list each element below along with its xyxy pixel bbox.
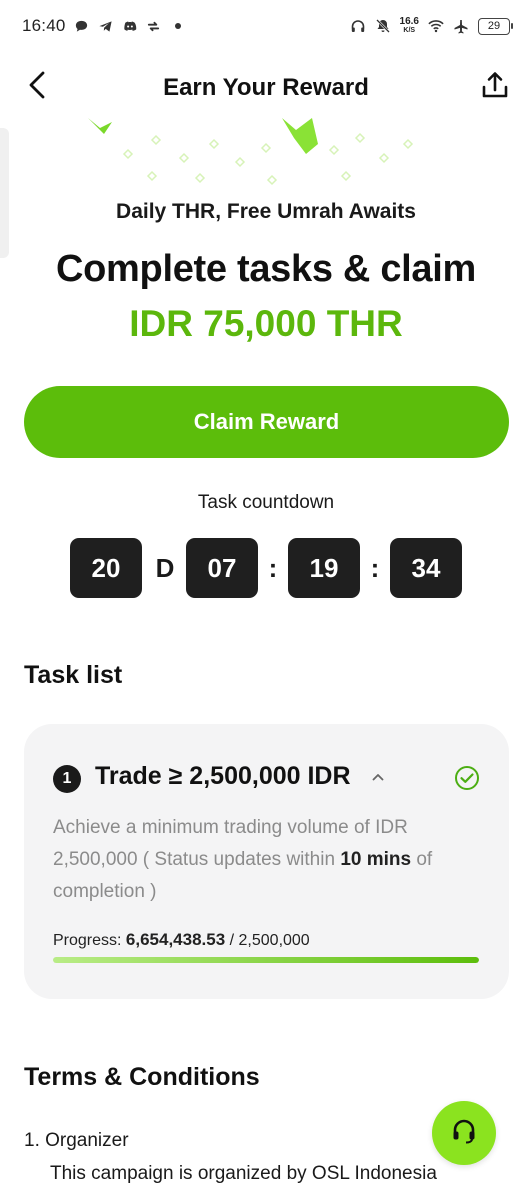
countdown-separator: : [370,552,380,583]
countdown-seconds: 34 [390,538,462,598]
hero-subtitle: Daily THR, Free Umrah Awaits [116,200,416,223]
hero-decoration [0,118,532,198]
reward-amount: IDR 75,000 THR [129,303,403,344]
headset-icon [350,18,366,34]
battery-indicator: 29 [478,17,513,35]
task-progress-fill [53,957,479,963]
telegram-icon [98,18,114,34]
headset-icon [449,1116,479,1151]
countdown-days-unit: D [155,552,175,583]
progress-label: Progress: [53,932,122,949]
claim-reward-button[interactable]: Claim Reward [24,386,509,458]
task-list-title: Task list [24,661,123,689]
countdown-minutes: 19 [288,538,360,598]
network-speed-value: 16.6 [399,16,419,27]
countdown-separator: : [268,552,278,583]
customer-support-button[interactable] [432,1101,496,1165]
hero-headline: Complete tasks & claim [55,248,476,290]
share-button[interactable] [478,70,512,104]
countdown-days: 20 [70,538,142,598]
task-progress-text: Progress: 6,654,438.53 / 2,500,000 [53,930,310,950]
terms-item-text: This campaign is organized by OSL Indone… [50,1163,437,1184]
task-progress-bar [53,957,479,963]
wifi-icon [428,18,444,34]
status-time: 16:40 [22,16,66,35]
dot-icon [170,18,186,34]
task-number-badge: 1 [53,765,81,793]
top-nav-bar: Earn Your Reward [0,56,532,120]
status-bar: 16:40 16.6 K/S 29 [0,0,532,52]
page-title: Earn Your Reward [163,74,369,101]
countdown-timer: 20 D 07 : 19 : 34 [0,538,532,598]
chat-bubble-icon [74,18,90,34]
task-title: Trade ≥ 2,500,000 IDR [95,762,351,790]
share-icon [480,70,510,105]
check-circle-icon [454,765,480,791]
progress-target: / 2,500,000 [225,932,310,949]
progress-current: 6,654,438.53 [125,930,226,949]
countdown-label: Task countdown [197,492,335,513]
task-description-highlight: 10 mins [340,849,412,870]
airplane-icon [453,18,469,34]
countdown-hours: 07 [186,538,258,598]
discord-icon [122,18,138,34]
task-description: Achieve a minimum trading volume of IDR … [53,812,473,908]
bell-muted-icon [375,18,391,34]
network-speed: 16.6 K/S [400,17,419,35]
chevron-up-icon[interactable] [370,770,386,784]
battery-level: 29 [487,20,501,32]
terms-title: Terms & Conditions [24,1063,260,1091]
task-card[interactable]: 1 Trade ≥ 2,500,000 IDR Achieve a minimu… [24,724,509,999]
network-speed-unit: K/S [403,27,416,34]
status-left: 16:40 [22,16,186,36]
chevron-left-icon [27,70,47,105]
transfer-icon [146,18,162,34]
terms-item-heading: 1. Organizer [24,1130,129,1151]
back-button[interactable] [22,70,52,104]
status-right: 16.6 K/S 29 [350,17,513,35]
